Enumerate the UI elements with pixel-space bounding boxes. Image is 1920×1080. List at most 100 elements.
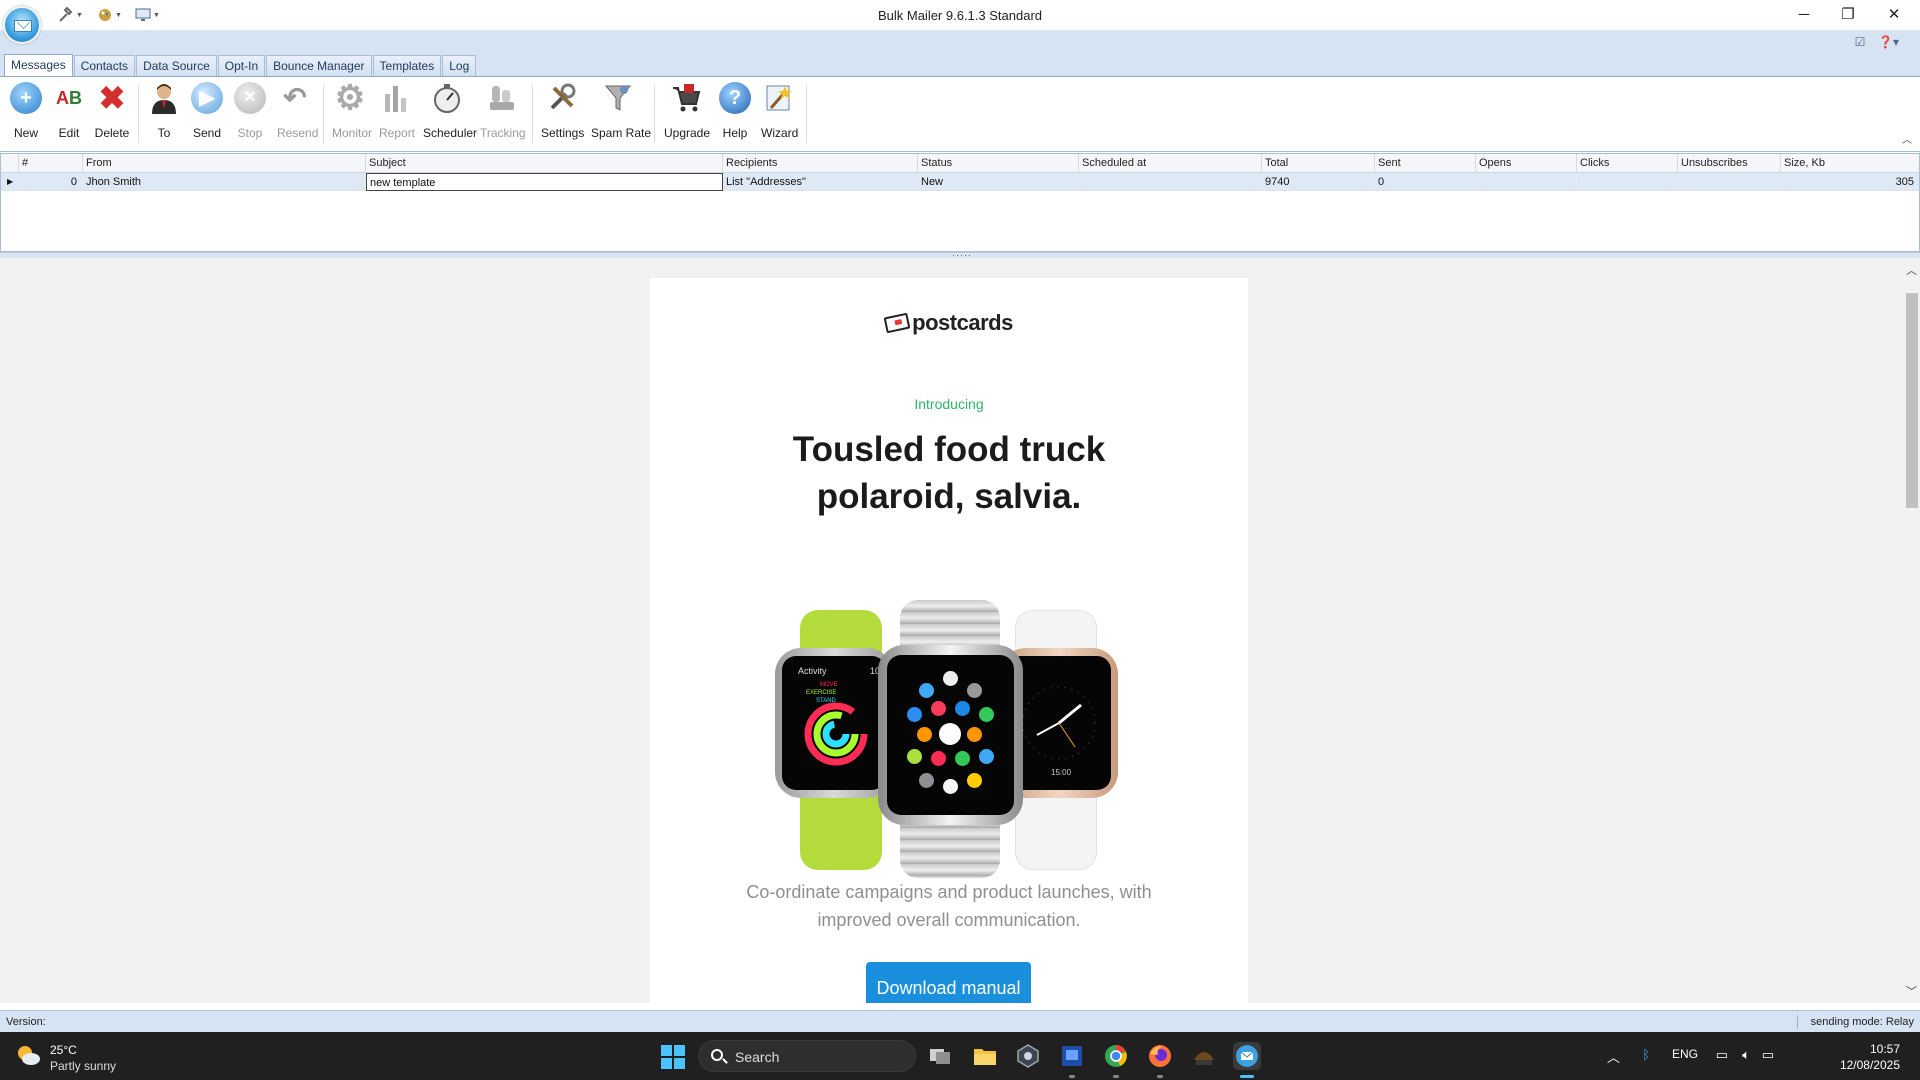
app-icon [955,701,970,716]
to-button[interactable]: To [148,82,180,146]
settings-app-icon[interactable] [1014,1042,1042,1070]
help-button[interactable]: ? Help [719,82,751,146]
tab-messages[interactable]: Messages [4,54,73,77]
tab-opt-in[interactable]: Opt-In [217,55,266,76]
start-button[interactable] [661,1045,685,1069]
delete-button[interactable]: ✖ Delete [94,82,130,146]
col-scheduled-at[interactable]: Scheduled at [1079,154,1262,173]
volume-icon[interactable]: 🔈︎ [1742,1047,1750,1063]
chrome-icon[interactable] [1102,1042,1130,1070]
monitor-button[interactable]: ⚙ Monitor [332,81,372,146]
col-size[interactable]: Size, Kb [1781,154,1919,173]
language-indicator[interactable]: ENG [1672,1047,1698,1061]
cell-size[interactable]: 305 [1781,173,1919,191]
cell-from[interactable]: Jhon Smith [83,173,366,191]
app-logo-icon[interactable] [3,6,41,44]
app-icon [919,683,934,698]
brand-name: postcards [912,310,1013,335]
postcard-icon [883,312,911,334]
tab-bounce-manager[interactable]: Bounce Manager [266,55,372,76]
battery-icon[interactable]: ▭ [1762,1047,1774,1063]
cell-status[interactable]: New [918,173,1079,191]
network-icon[interactable]: ▭ [1716,1047,1728,1063]
bluetooth-icon[interactable]: ᛒ [1642,1047,1650,1062]
cell-opens[interactable] [1476,173,1577,191]
tab-data-source[interactable]: Data Source [136,55,217,76]
col-opens[interactable]: Opens [1476,154,1577,173]
cell-total[interactable]: 9740 [1262,173,1375,191]
preview-scrollbar[interactable]: ︿ ﹀ [1903,258,1920,1003]
scroll-down-icon[interactable]: ﹀ [1905,983,1918,999]
download-manual-button[interactable]: Download manual [866,962,1031,1003]
status-separator [1797,1015,1798,1029]
email-headline: Tousled food truck polaroid, salvia. [792,430,1106,516]
col-unsubscribes[interactable]: Unsubscribes [1678,154,1781,173]
restore-button[interactable]: ❐ [1826,2,1870,28]
minimize-button[interactable]: ─ [1782,2,1826,28]
email-body-text: Co-ordinate campaigns and product launch… [746,882,1152,930]
tab-templates[interactable]: Templates [372,55,442,76]
ribbon-separator [806,85,807,143]
scroll-up-icon[interactable]: ︿ [1905,262,1918,278]
smartwatches-image: Activity 10 MOVE EXERCISE STAND 15:00 [775,600,1125,878]
file-explorer-icon[interactable] [971,1042,999,1070]
col-from[interactable]: From [83,154,366,173]
scroll-thumb[interactable] [1906,293,1918,508]
tab-log[interactable]: Log [442,55,477,76]
clock[interactable]: 10:57 12/08/2025 [1840,1041,1900,1073]
exercise-label: EXERCISE [806,690,837,696]
ribbon-separator [532,85,533,143]
wizard-button[interactable]: Wizard [761,82,798,146]
new-button[interactable]: + New [10,82,42,146]
app-icon[interactable] [1058,1042,1086,1070]
stop-button[interactable]: ✕ Stop [234,82,266,146]
ribbon-separator [654,85,655,143]
cell-subject[interactable]: new template [366,173,723,191]
close-button[interactable]: ✕ [1872,2,1916,28]
app-icon [967,683,982,698]
col-subject[interactable]: Subject [366,154,723,173]
cell-number[interactable]: 0 [19,173,83,191]
task-view-icon[interactable] [926,1042,954,1070]
app-icon [907,707,922,722]
resend-button[interactable]: ↶ Resend [277,82,318,146]
cell-sent[interactable]: 0 [1375,173,1476,191]
taskbar-search[interactable]: Search [698,1040,916,1072]
col-number[interactable]: # [19,154,83,173]
tracking-button[interactable]: Tracking [480,82,526,146]
col-total[interactable]: Total [1262,154,1375,173]
cell-recipients[interactable]: List "Addresses" [723,173,918,191]
settings-button[interactable]: Settings [541,82,584,146]
activity-rings-icon [804,702,868,766]
clock-app-icon [939,723,961,745]
cell-clicks[interactable] [1577,173,1678,191]
firefox-icon[interactable] [1146,1042,1174,1070]
upgrade-button[interactable]: Upgrade [664,82,710,146]
checkbox-style-icon[interactable]: ☑ [1852,34,1868,50]
wizard-wand-icon [763,82,795,114]
chevron-up-icon[interactable]: ︿ [1607,1047,1620,1066]
col-clicks[interactable]: Clicks [1577,154,1678,173]
col-recipients[interactable]: Recipients [723,154,918,173]
bulk-mailer-taskbar-icon[interactable] [1233,1042,1261,1070]
app-grid-screen [887,655,1014,815]
cell-unsubscribes[interactable] [1678,173,1781,191]
help-dropdown-icon[interactable]: ❓▾ [1878,34,1899,50]
report-button[interactable]: Report [379,82,415,146]
edit-label: Edit [58,126,80,140]
spam-rate-button[interactable]: Spam Rate [591,82,652,146]
table-row[interactable]: ▶ 0 Jhon Smith new template List "Addres… [1,173,1919,191]
spam-rate-label: Spam Rate [591,126,652,140]
app-icon[interactable] [1190,1042,1218,1070]
edit-button[interactable]: AB Edit [53,82,85,146]
analog-clock-icon [1022,686,1096,760]
col-sent[interactable]: Sent [1375,154,1476,173]
cell-scheduled-at[interactable] [1079,173,1262,191]
tab-contacts[interactable]: Contacts [73,55,136,76]
col-status[interactable]: Status [918,154,1079,173]
scheduler-button[interactable]: Scheduler [423,82,477,146]
send-button[interactable]: ▶ Send [191,82,223,146]
collapse-ribbon-icon[interactable]: ︿ [1902,131,1912,146]
stopwatch-icon [431,82,463,114]
version-label: Version: [6,1016,46,1028]
